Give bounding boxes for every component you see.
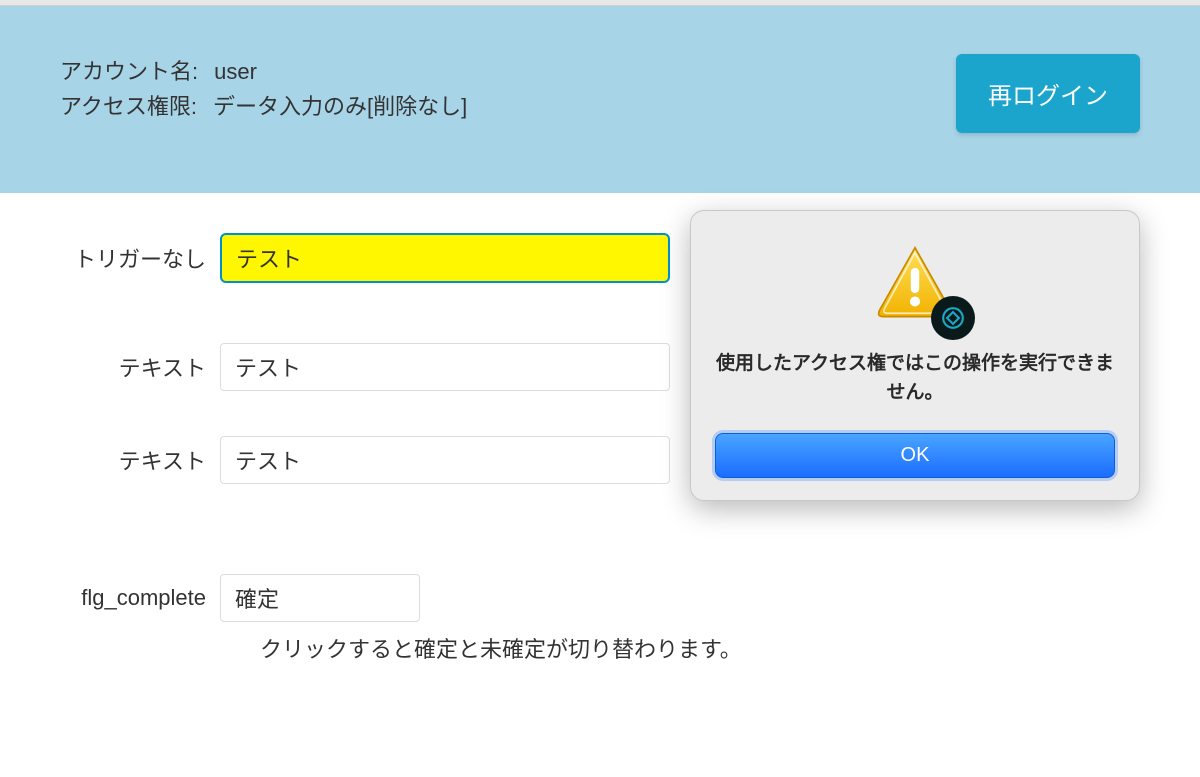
access-level-value: データ入力のみ[削除なし]: [213, 89, 467, 124]
header: アカウント名: user アクセス権限: データ入力のみ[削除なし] 再ログイン: [0, 6, 1200, 193]
dialog-ok-button[interactable]: OK: [715, 433, 1115, 478]
text1-input[interactable]: [220, 343, 670, 391]
flag-input[interactable]: [220, 574, 420, 622]
warning-icon: [873, 241, 957, 330]
app-badge-icon: [931, 296, 975, 340]
form-row-flag: flg_complete: [30, 574, 1170, 622]
access-level-label: アクセス権限:: [60, 89, 197, 124]
dialog-message: 使用したアクセス権ではこの操作を実行できません。: [715, 350, 1115, 407]
alert-dialog: 使用したアクセス権ではこの操作を実行できません。 OK: [690, 210, 1140, 501]
flag-label: flg_complete: [30, 585, 220, 611]
text2-label: テキスト: [30, 444, 220, 476]
relogin-button[interactable]: 再ログイン: [956, 54, 1140, 133]
account-name-label: アカウント名:: [60, 54, 198, 89]
account-info: アカウント名: user アクセス権限: データ入力のみ[削除なし]: [60, 54, 467, 124]
account-name-value: user: [214, 54, 257, 89]
trigger-input[interactable]: [220, 233, 670, 283]
helper-text: クリックすると確定と未確定が切り替わります。: [260, 632, 1170, 664]
text2-input[interactable]: [220, 436, 670, 484]
text1-label: テキスト: [30, 351, 220, 383]
trigger-label: トリガーなし: [30, 242, 220, 274]
